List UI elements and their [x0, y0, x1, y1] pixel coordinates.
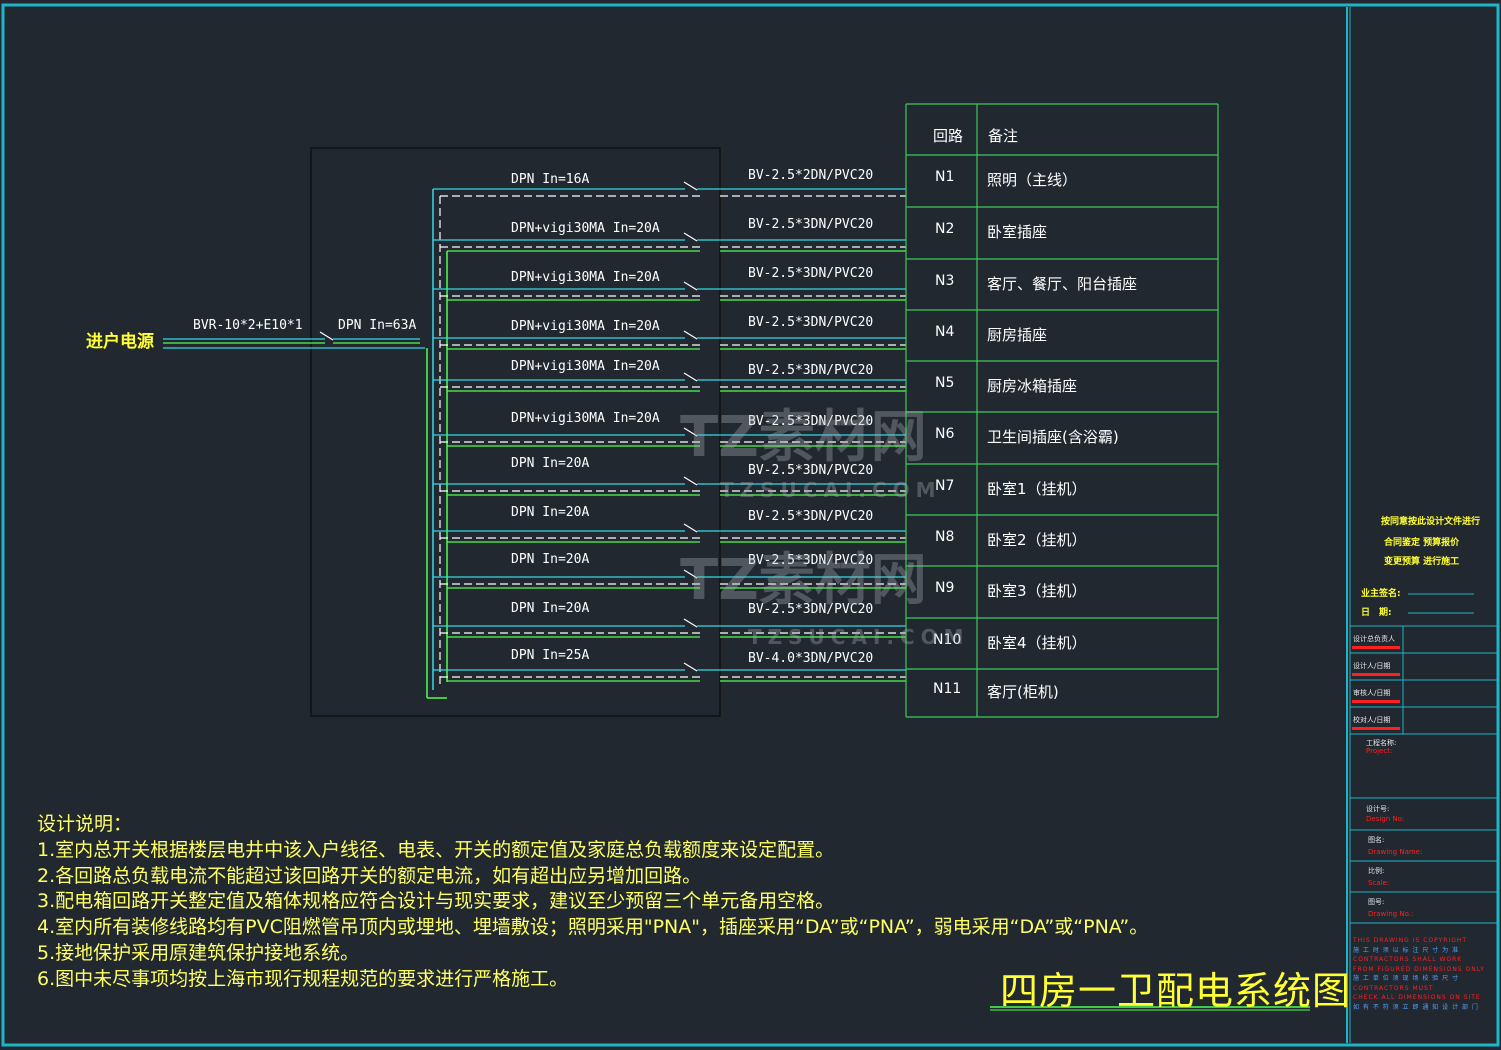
circuit-remark-n9: 卧室3（挂机）	[987, 582, 1087, 600]
switch-contact	[683, 476, 698, 486]
owner-signature-label: 业主签名:	[1361, 589, 1401, 599]
circuit-remark-n1: 照明（主线）	[987, 171, 1078, 189]
circuit-id-n8: N8	[935, 528, 955, 545]
drawing-no-en: Drawing No.:	[1368, 910, 1414, 918]
circuit-remark-n3: 客厅、餐厅、阳台插座	[987, 274, 1138, 293]
copyright-line: CONTRACTORS SHALL WORK	[1353, 956, 1463, 963]
note-item: 4.室内所有装修线路均有PVC阻燃管吊顶内或埋地、埋墙敷设；照明采用"PNA"，…	[37, 916, 1149, 939]
date-label: 日 期:	[1361, 608, 1392, 618]
watermark-logo-2: TZ素材网	[680, 548, 927, 613]
copyright-line: FROM FIGURED DIMENSIONS ONLY	[1353, 965, 1485, 973]
role-designer-sig	[1352, 673, 1400, 676]
drawing-no-label: 图号:	[1368, 898, 1385, 906]
breaker-label-n9: DPN In=20A	[511, 552, 590, 567]
switch-contact	[683, 232, 698, 242]
copyright-line: 施 工 单 位 须 现 场 校 验 尺 寸	[1353, 975, 1460, 982]
role-designer: 设计人/日期	[1353, 662, 1391, 670]
notes-heading: 设计说明：	[37, 813, 133, 835]
cable-label-n8: BV-2.5*3DN/PVC20	[748, 509, 874, 524]
incoming-power-label: 进户电源	[86, 332, 154, 352]
role-reviewer-sig	[1352, 700, 1400, 703]
switch-contact	[683, 372, 698, 382]
watermark-logo: TZ素材网	[680, 405, 927, 470]
circuit-remark-n11: 客厅(柜机)	[987, 683, 1059, 701]
incoming-cable-label: BVR-10*2+E10*1	[193, 318, 303, 333]
cable-label-n3: BV-2.5*3DN/PVC20	[748, 266, 874, 281]
breaker-label-n10: DPN In=20A	[511, 601, 590, 616]
scale-label: 比例:	[1368, 867, 1385, 875]
breaker-label-n1: DPN In=16A	[511, 172, 590, 187]
watermark-url-2: TZSUCAI.COM	[748, 625, 970, 649]
switch-contact	[683, 330, 698, 340]
switch-contact	[683, 662, 698, 672]
breaker-label-n5: DPN+vigi30MA In=20A	[511, 359, 660, 374]
circuit-id-n1: N1	[935, 169, 955, 185]
circuit-remark-n5: 厨房冰箱插座	[987, 376, 1078, 395]
project-name-en: Project:	[1366, 747, 1393, 755]
note-item: 3.配电箱回路开关整定值及箱体规格应符合设计与现实要求，建议至少预留三个单元备用…	[37, 890, 835, 913]
cable-label-n1: BV-2.5*2DN/PVC20	[748, 168, 874, 183]
switch-contact	[683, 523, 698, 533]
breaker-label-n2: DPN+vigi30MA In=20A	[511, 221, 660, 236]
note-item: 5.接地保护采用原建筑保护接地系统。	[37, 941, 360, 964]
note-item: 2.各回路总负载电流不能超过该回路开关的额定电流，如有超出应另增加回路。	[37, 864, 702, 887]
circuit-id-n2: N2	[935, 221, 955, 237]
approval-stamp-line2: 合同鉴定 预算报价	[1384, 538, 1460, 548]
switch-contact	[683, 618, 698, 628]
breaker-label-n7: DPN In=20A	[511, 456, 590, 471]
approval-stamp-line3: 变更预算 进行施工	[1384, 557, 1460, 567]
design-no-label: 设计号:	[1366, 805, 1390, 813]
bus-bars	[426, 189, 448, 699]
cable-label-n5: BV-2.5*3DN/PVC20	[748, 363, 874, 378]
copyright-line: CONTRACTORS MUST	[1353, 984, 1434, 992]
copyright-notice: THIS DRAWING IS COPYRIGHT 施 工 时 须 以 标 注 尺…	[1353, 936, 1496, 1012]
circuit-id-n9: N9	[935, 580, 955, 596]
design-no-en: Design No:	[1366, 815, 1405, 823]
breaker-label-n3: DPN+vigi30MA In=20A	[511, 270, 660, 285]
copyright-line: CHECK ALL DIMENSIONS ON SITE	[1353, 994, 1481, 1001]
circuit-remark-n7: 卧室1（挂机）	[987, 479, 1087, 498]
switch-contact	[683, 181, 698, 191]
approval-stamp-line1: 按同意按此设计文件进行	[1381, 517, 1481, 527]
breaker-label-n8: DPN In=20A	[511, 505, 590, 520]
circuit-id-n6: N6	[935, 426, 955, 442]
main-breaker-label: DPN In=63A	[338, 318, 417, 333]
design-notes: 设计说明： 1.室内总开关根据楼层电井中该入户线径、电表、开关的额定值及家庭总负…	[37, 812, 1148, 993]
copyright-line: 施 工 时 须 以 标 注 尺 寸 为 准	[1353, 946, 1460, 954]
breaker-label-n6: DPN+vigi30MA In=20A	[511, 411, 660, 426]
drawing-name-label: 图名:	[1368, 836, 1385, 844]
breaker-label-n4: DPN+vigi30MA In=20A	[511, 319, 660, 334]
breaker-label-n11: DPN In=25A	[511, 648, 590, 663]
circuit-remark-n6: 卫生间插座(含浴霸)	[987, 428, 1119, 446]
copyright-line: 如 有 不 符 须 立 即 通 知 设 计 部 门	[1353, 1003, 1479, 1011]
drawing-name-en: Drawing Name:	[1368, 848, 1423, 856]
circuit-remark-n10: 卧室4（挂机）	[987, 633, 1087, 652]
incoming-feeder	[163, 331, 425, 349]
circuit-id-n11: N11	[933, 681, 962, 697]
note-item: 6.图中未尽事项均按上海市现行规程规范的要求进行严格施工。	[37, 967, 569, 990]
table-header-circuit: 回路	[933, 127, 964, 145]
role-checker: 校对人/日期	[1353, 716, 1391, 724]
cable-label-n2: BV-2.5*3DN/PVC20	[748, 217, 874, 232]
cable-label-n4: BV-2.5*3DN/PVC20	[748, 315, 874, 330]
circuit-id-n3: N3	[935, 272, 955, 289]
table-header-remark: 备注	[988, 127, 1019, 145]
watermark-url: TZSUCAI.COM	[720, 478, 942, 502]
circuit-remark-n2: 卧室插座	[987, 223, 1048, 241]
role-design-lead-sig	[1352, 646, 1400, 649]
cable-label-n11: BV-4.0*3DN/PVC20	[748, 651, 874, 666]
switch-contact	[683, 281, 698, 291]
role-reviewer: 审核人/日期	[1353, 689, 1391, 697]
circuit-id-n5: N5	[935, 374, 955, 391]
circuit-remark-n4: 厨房插座	[987, 325, 1048, 344]
scale-en: Scale:	[1368, 879, 1390, 887]
drawing-title: 四房一卫配电系统图	[1000, 969, 1352, 1013]
copyright-line: THIS DRAWING IS COPYRIGHT	[1353, 937, 1468, 944]
role-design-lead: 设计总负责人	[1353, 635, 1395, 643]
circuit-remark-n8: 卧室2（挂机）	[987, 530, 1087, 549]
note-item: 1.室内总开关根据楼层电井中该入户线径、电表、开关的额定值及家庭总负载额度来设定…	[37, 838, 835, 861]
role-checker-sig	[1352, 727, 1400, 730]
circuit-id-n4: N4	[935, 323, 955, 340]
